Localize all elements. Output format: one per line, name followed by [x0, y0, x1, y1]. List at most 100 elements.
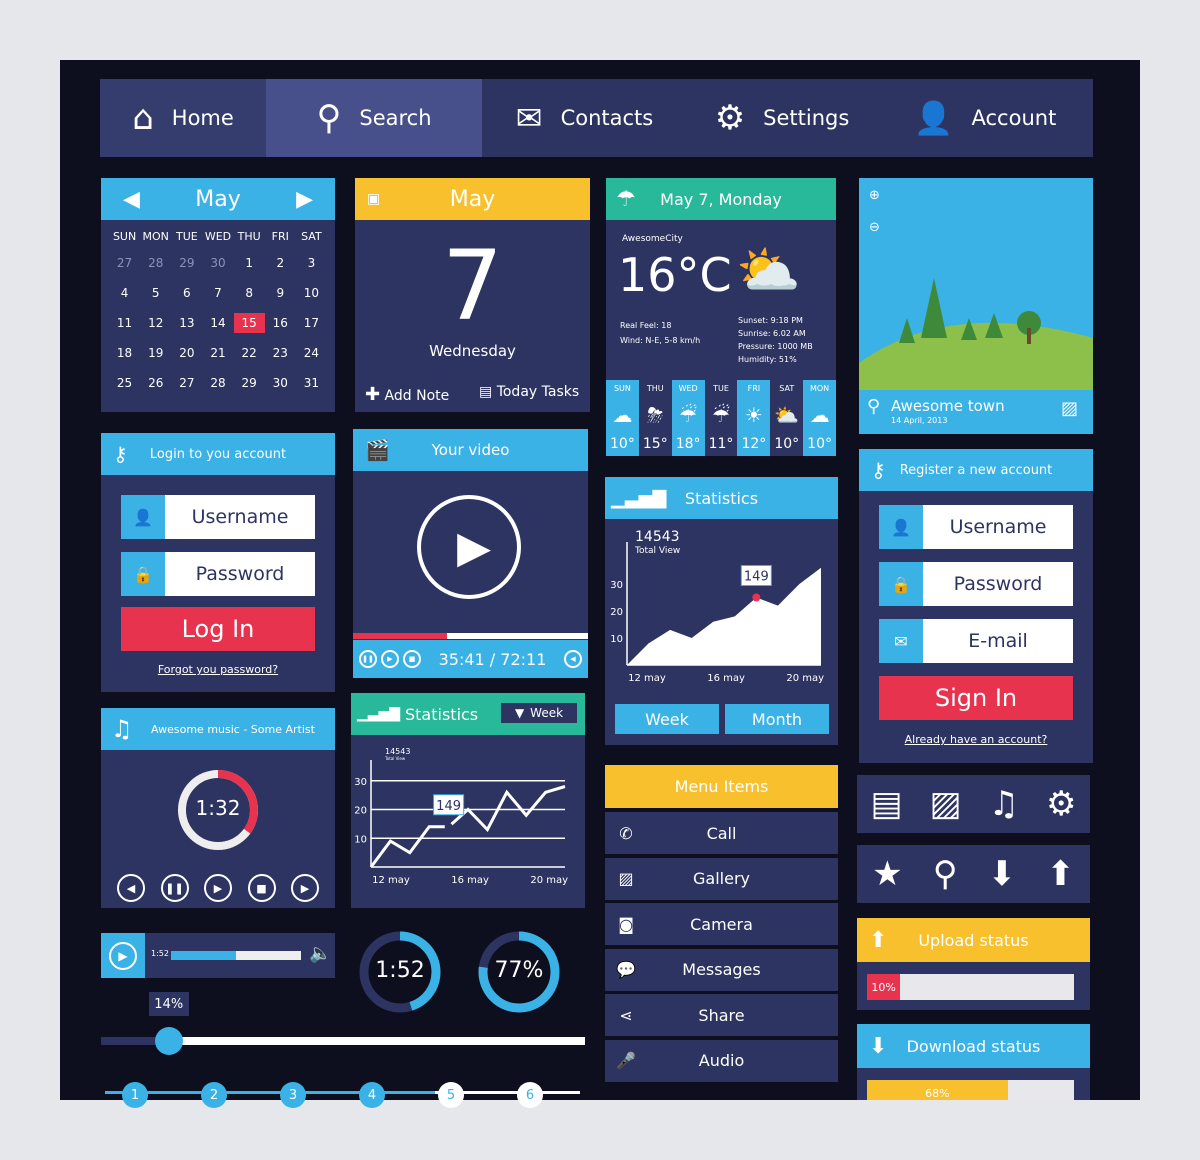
already-have-account-link[interactable]: Already have an account?: [859, 733, 1093, 746]
next-button[interactable]: ▶: [291, 874, 319, 902]
add-note-button[interactable]: ✚ Add Note: [365, 384, 449, 405]
calendar-day[interactable]: 5: [140, 283, 171, 303]
calendar-day[interactable]: 13: [171, 313, 202, 333]
calendar-day[interactable]: 16: [265, 313, 296, 333]
tab-week[interactable]: Week: [615, 704, 719, 734]
menu-item-share[interactable]: ⋖ Share: [605, 994, 838, 1036]
step-5[interactable]: 5: [438, 1082, 464, 1108]
calendar-day[interactable]: 7: [202, 283, 233, 303]
video-progress-bar[interactable]: [353, 633, 588, 639]
calendar-day[interactable]: 28: [140, 253, 171, 273]
nav-contacts[interactable]: ✉ Contacts: [482, 79, 687, 157]
calendar-day[interactable]: 15: [233, 313, 265, 333]
menu-item-gallery[interactable]: ▨ Gallery: [605, 857, 838, 900]
calendar-day[interactable]: 1: [234, 253, 265, 273]
stop-button[interactable]: ■: [403, 650, 421, 668]
mini-play-button[interactable]: ▶: [101, 933, 145, 978]
music-note-icon[interactable]: ♫: [989, 784, 1019, 824]
calendar-day[interactable]: 11: [109, 313, 140, 333]
nav-search[interactable]: ⚲ Search: [266, 79, 482, 157]
slider-handle[interactable]: [154, 1027, 183, 1055]
calendar-day[interactable]: 23: [265, 343, 296, 363]
pause-button[interactable]: ❚❚: [359, 650, 377, 668]
menu-item-audio[interactable]: 🎤 Audio: [605, 1039, 838, 1082]
calendar-day[interactable]: 27: [171, 373, 202, 393]
calendar-day[interactable]: 29: [171, 253, 202, 273]
register-password-field[interactable]: 🔒 Password: [879, 562, 1073, 606]
gallery-icon[interactable]: ▨: [1061, 398, 1078, 419]
password-field[interactable]: 🔒 Password: [121, 552, 315, 596]
weather-city: AwesomeCity: [622, 234, 683, 244]
step-6[interactable]: 6: [517, 1082, 543, 1108]
pause-button[interactable]: ❚❚: [160, 874, 189, 902]
tab-month[interactable]: Month: [725, 704, 829, 734]
register-email-field[interactable]: ✉ E-mail: [879, 619, 1073, 663]
calendar-day[interactable]: 30: [265, 373, 296, 393]
download-icon[interactable]: ⬇: [988, 854, 1017, 894]
upload-icon[interactable]: ⬆: [1046, 854, 1075, 894]
search-icon[interactable]: ⚲: [933, 854, 958, 894]
calendar-day[interactable]: 10: [296, 283, 327, 303]
mini-player-progress[interactable]: [171, 951, 301, 960]
calendar-day[interactable]: 22: [234, 343, 265, 363]
calendar-day[interactable]: 21: [202, 343, 233, 363]
document-icon[interactable]: ▤: [870, 784, 902, 824]
register-username-field[interactable]: 👤 Username: [879, 505, 1073, 549]
username-field[interactable]: 👤 Username: [121, 495, 315, 539]
prev-month-button[interactable]: ◀: [123, 187, 140, 212]
x-tick-label: 12 may: [372, 875, 410, 886]
calendar-day[interactable]: 2: [265, 253, 296, 273]
stats-small-title: Statistics: [405, 704, 479, 724]
nav-home[interactable]: ⌂ Home: [100, 79, 266, 157]
calendar-day[interactable]: 20: [171, 343, 202, 363]
percent-slider[interactable]: 14%: [101, 992, 585, 1067]
step-1[interactable]: 1: [122, 1082, 148, 1108]
calendar-day[interactable]: 24: [296, 343, 327, 363]
play-button[interactable]: ▶: [417, 495, 521, 599]
calendar-day[interactable]: 31: [296, 373, 327, 393]
volume-button[interactable]: ◀: [564, 650, 582, 668]
step-3[interactable]: 3: [280, 1082, 306, 1108]
step-2[interactable]: 2: [201, 1082, 227, 1108]
calendar-day[interactable]: 25: [109, 373, 140, 393]
period-dropdown[interactable]: ▼ Week: [501, 703, 577, 723]
previous-button[interactable]: ◀: [117, 874, 145, 902]
calendar-day[interactable]: 29: [234, 373, 265, 393]
calendar-day[interactable]: 28: [202, 373, 233, 393]
nav-account[interactable]: 👤 Account: [877, 79, 1093, 157]
calendar-day[interactable]: 6: [171, 283, 202, 303]
next-month-button[interactable]: ▶: [296, 187, 313, 212]
forgot-password-link[interactable]: Forgot you password?: [101, 663, 335, 676]
calendar-day[interactable]: 12: [140, 313, 171, 333]
menu-item-messages[interactable]: 💬 Messages: [605, 948, 838, 991]
calendar-day[interactable]: 30: [202, 253, 233, 273]
calendar-day[interactable]: 17: [296, 313, 327, 333]
login-button[interactable]: Log In: [121, 607, 315, 651]
step-4[interactable]: 4: [359, 1082, 385, 1108]
menu-item-camera[interactable]: ◙ Camera: [605, 903, 838, 945]
calendar-day[interactable]: 27: [109, 253, 140, 273]
document-icon: ▤: [479, 384, 493, 400]
gallery-icon[interactable]: ▨: [930, 784, 962, 824]
menu-item-call[interactable]: ✆ Call: [605, 812, 838, 854]
calendar-day[interactable]: 3: [296, 253, 327, 273]
nav-settings[interactable]: ⚙ Settings: [687, 79, 877, 157]
calendar-day[interactable]: 14: [202, 313, 233, 333]
today-tasks-button[interactable]: ▤ Today Tasks: [479, 384, 579, 400]
calendar-day[interactable]: 8: [234, 283, 265, 303]
forecast-day: SAT ⛅ 10°: [770, 380, 803, 456]
play-small-button[interactable]: ▶: [381, 650, 399, 668]
stop-button[interactable]: ■: [247, 874, 276, 902]
play-button[interactable]: ▶: [204, 874, 232, 902]
lock-icon: 🔒: [121, 552, 165, 596]
calendar-day[interactable]: 19: [140, 343, 171, 363]
calendar-day[interactable]: 18: [109, 343, 140, 363]
gear-icon[interactable]: ⚙: [1046, 784, 1076, 824]
calendar-day[interactable]: 9: [265, 283, 296, 303]
calendar-day[interactable]: 26: [140, 373, 171, 393]
sign-in-button[interactable]: Sign In: [879, 676, 1073, 720]
volume-icon[interactable]: 🔈: [309, 943, 331, 964]
star-icon[interactable]: ★: [872, 854, 902, 894]
user-icon: 👤: [913, 99, 954, 137]
calendar-day[interactable]: 4: [109, 283, 140, 303]
